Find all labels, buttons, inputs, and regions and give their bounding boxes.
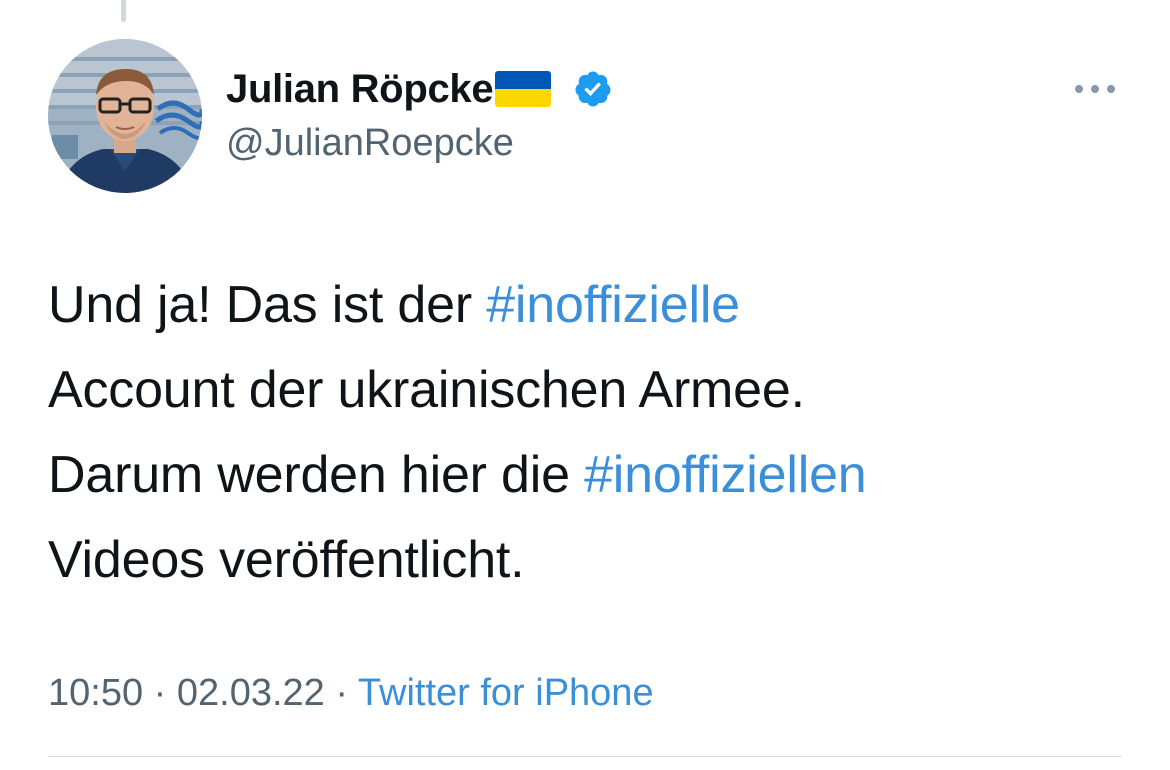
tweet-metadata: 10:50 · 02.03.22 · Twitter for iPhone bbox=[48, 668, 654, 718]
tweet-time[interactable]: 10:50 bbox=[48, 672, 143, 714]
thread-connector-line bbox=[121, 0, 126, 22]
author-display-name[interactable]: Julian Röpcke bbox=[226, 62, 494, 116]
text-segment: Videos veröffentlicht. bbox=[48, 531, 525, 589]
tweet-source-link[interactable]: Twitter for iPhone bbox=[358, 672, 654, 714]
profile-photo bbox=[48, 39, 202, 193]
text-segment: Account der ukrainischen Armee. bbox=[48, 361, 805, 419]
ukraine-flag-icon bbox=[495, 71, 552, 107]
meta-separator: · bbox=[335, 672, 349, 714]
meta-separator: · bbox=[153, 672, 167, 714]
tweet-author: Julian Röpcke @JulianRoepcke bbox=[226, 62, 613, 166]
tweet-text-line: Videos veröffentlicht. bbox=[48, 518, 1128, 603]
tweet-text: Und ja! Das ist der #inoffizielle Accoun… bbox=[48, 263, 1128, 603]
hashtag-link[interactable]: #inoffizielle bbox=[486, 276, 740, 334]
tweet-text-line: Account der ukrainischen Armee. bbox=[48, 348, 1128, 433]
author-avatar[interactable] bbox=[48, 39, 202, 193]
verified-badge-icon bbox=[573, 69, 613, 109]
hashtag-link[interactable]: #inoffiziellen bbox=[584, 446, 867, 504]
text-segment: Darum werden hier die bbox=[48, 446, 585, 504]
more-options-button[interactable] bbox=[1072, 76, 1118, 102]
more-options-icon bbox=[1075, 85, 1115, 93]
tweet-date[interactable]: 02.03.22 bbox=[177, 672, 325, 714]
text-segment: Und ja! Das ist der bbox=[48, 276, 487, 334]
tweet-text-line: Und ja! Das ist der #inoffizielle bbox=[48, 263, 1128, 348]
tweet-text-line: Darum werden hier die #inoffiziellen bbox=[48, 433, 1128, 518]
divider bbox=[48, 756, 1122, 757]
author-name-row: Julian Röpcke bbox=[226, 62, 613, 116]
author-handle[interactable]: @JulianRoepcke bbox=[226, 120, 613, 166]
